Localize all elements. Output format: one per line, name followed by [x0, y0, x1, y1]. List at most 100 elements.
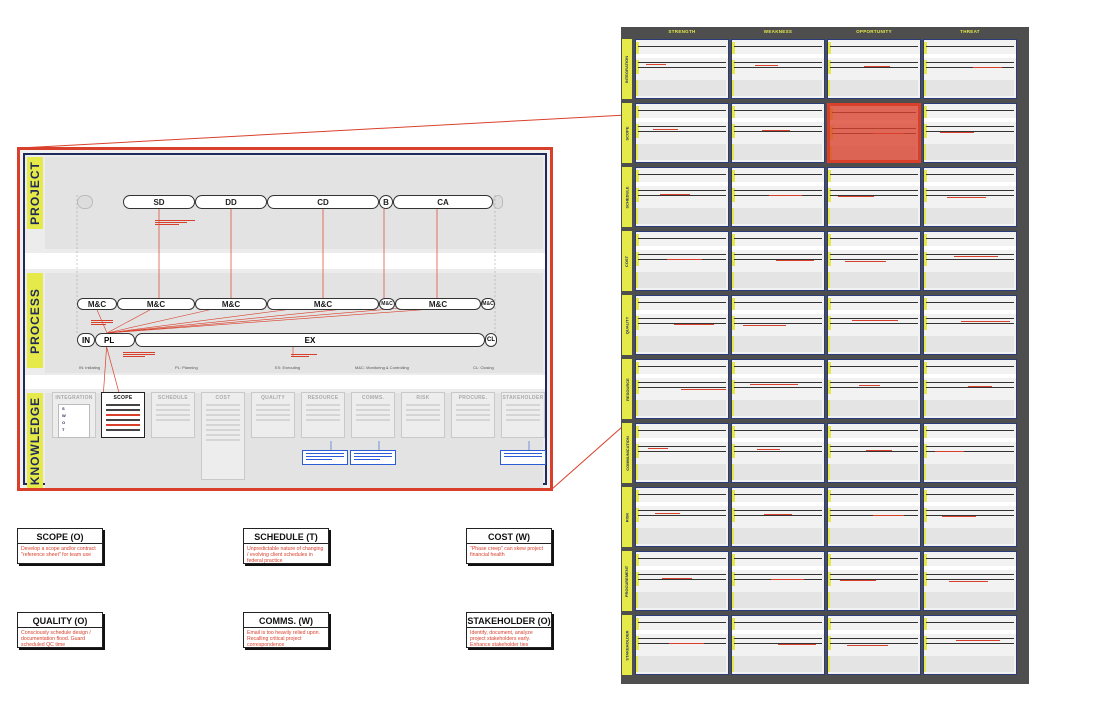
matrix-cell-resource-opportunity[interactable]	[827, 359, 921, 419]
swot-w: W	[62, 413, 66, 418]
ex-annotation	[291, 353, 317, 358]
matrix-cell-procurement-threat[interactable]	[923, 551, 1017, 611]
mc-annotation	[91, 319, 113, 326]
matrix-col-opportunity: OPPORTUNITY	[856, 29, 892, 34]
matrix-cell-cost-threat[interactable]	[923, 231, 1017, 291]
matrix-cell-stakeholder-opportunity[interactable]	[827, 615, 921, 675]
matrix-cell-risk-opportunity[interactable]	[827, 487, 921, 547]
matrix-col-weakness: WEAKNESS	[763, 29, 793, 34]
matrix-cell-resource-strength[interactable]	[635, 359, 729, 419]
matrix-cell-procurement-weakness[interactable]	[731, 551, 825, 611]
matrix-row-label: QUALITY	[624, 316, 630, 334]
swot-s: S	[62, 406, 65, 411]
matrix-cell-integration-threat[interactable]	[923, 39, 1017, 99]
swot-o: O	[62, 420, 66, 425]
card-stakeholder-title: STAKEHOLDER (O)	[467, 613, 551, 628]
matrix-cell-cost-opportunity[interactable]	[827, 231, 921, 291]
matrix-cell-communication-strength[interactable]	[635, 423, 729, 483]
card-cost: COST (W) "Phase creep" can skew project …	[466, 528, 552, 564]
matrix-row-label: COST	[624, 255, 630, 267]
matrix-cell-schedule-threat[interactable]	[923, 167, 1017, 227]
matrix-cell-cost-strength[interactable]	[635, 231, 729, 291]
matrix-row-integration: INTEGRATION	[622, 39, 632, 99]
matrix-cell-integration-strength[interactable]	[635, 39, 729, 99]
matrix-cell-scope-weakness[interactable]	[731, 103, 825, 163]
matrix-row-label: SCHEDULE	[624, 185, 630, 209]
matrix-cell-schedule-weakness[interactable]	[731, 167, 825, 227]
matrix-cell-communication-threat[interactable]	[923, 423, 1017, 483]
matrix-cell-integration-weakness[interactable]	[731, 39, 825, 99]
matrix-cell-procurement-strength[interactable]	[635, 551, 729, 611]
matrix-cell-scope-threat[interactable]	[923, 103, 1017, 163]
knowledge-schedule: SCHEDULE	[151, 392, 195, 438]
card-schedule: SCHEDULE (T) Unpredictable nature of cha…	[243, 528, 329, 564]
matrix-row-label: INTEGRATION	[624, 55, 630, 83]
matrix-cell-scope-opportunity[interactable]	[827, 103, 921, 163]
knowledge-cost-title: COST	[215, 395, 231, 401]
matrix-col-strength: STRENGTH	[668, 29, 696, 34]
knowledge-resource: RESOURCE	[301, 392, 345, 438]
knowledge-integration-title: INTEGRATION	[55, 395, 93, 401]
matrix-cell-resource-weakness[interactable]	[731, 359, 825, 419]
swot-matrix: STRENGTH WEAKNESS OPPORTUNITY THREAT INT…	[621, 27, 1029, 684]
matrix-cell-schedule-strength[interactable]	[635, 167, 729, 227]
mc-6: M&C	[395, 298, 481, 310]
matrix-cell-stakeholder-weakness[interactable]	[731, 615, 825, 675]
stakeholder-note	[500, 450, 546, 465]
legend-pl: PL: Planning	[175, 365, 198, 370]
matrix-cell-quality-threat[interactable]	[923, 295, 1017, 355]
knowledge-cost: COST	[201, 392, 245, 480]
matrix-cell-stakeholder-threat[interactable]	[923, 615, 1017, 675]
step-pl: PL	[95, 333, 135, 347]
card-quality-body: Consciously schedule design / documentat…	[21, 630, 91, 648]
legend-in: IN: Initiating	[79, 365, 101, 370]
matrix-row-scope: SCOPE	[622, 103, 632, 163]
matrix-cell-communication-weakness[interactable]	[731, 423, 825, 483]
matrix-row-quality: QUALITY	[622, 295, 632, 355]
knowledge-scope-title: SCOPE	[113, 395, 133, 401]
matrix-cell-quality-strength[interactable]	[635, 295, 729, 355]
matrix-cell-stakeholder-strength[interactable]	[635, 615, 729, 675]
knowledge-risk-title: RISK	[416, 395, 430, 401]
matrix-cell-integration-opportunity[interactable]	[827, 39, 921, 99]
swot-t: T	[62, 427, 65, 432]
knowledge-stakeholder: STAKEHOLDER	[501, 392, 545, 438]
step-in: IN	[77, 333, 95, 347]
card-schedule-body: Unpredictable nature of changing / evolv…	[247, 546, 324, 564]
card-scope-body: Develop a scope and/or contract "referen…	[21, 546, 96, 558]
matrix-row-communication: COMMUNICATION	[622, 423, 632, 483]
matrix-cell-risk-weakness[interactable]	[731, 487, 825, 547]
knowledge-quality-title: QUALITY	[260, 395, 286, 401]
matrix-cell-quality-weakness[interactable]	[731, 295, 825, 355]
matrix-cell-resource-threat[interactable]	[923, 359, 1017, 419]
knowledge-schedule-title: SCHEDULE	[158, 395, 188, 401]
knowledge-procure-title: PROCURE.	[458, 395, 488, 401]
knowledge-risk: RISK	[401, 392, 445, 438]
card-stakeholder: STAKEHOLDER (O) Identify, document, anal…	[466, 612, 552, 648]
card-comms-title: COMMS. (W)	[244, 613, 328, 628]
matrix-cell-cost-weakness[interactable]	[731, 231, 825, 291]
matrix-row-label: COMMUNICATION	[624, 435, 630, 471]
detail-panel: PROJECT PROCESS KNOWLEDGE SD DD CD B CA	[17, 147, 553, 491]
matrix-cell-quality-opportunity[interactable]	[827, 295, 921, 355]
matrix-row-label: RESOURCE	[624, 377, 630, 401]
matrix-cell-risk-strength[interactable]	[635, 487, 729, 547]
card-schedule-title: SCHEDULE (T)	[244, 529, 328, 544]
knowledge-quality: QUALITY	[251, 392, 295, 438]
matrix-cell-scope-strength[interactable]	[635, 103, 729, 163]
card-scope-title: SCOPE (O)	[18, 529, 102, 544]
matrix-cell-schedule-opportunity[interactable]	[827, 167, 921, 227]
matrix-cell-procurement-opportunity[interactable]	[827, 551, 921, 611]
matrix-cell-risk-threat[interactable]	[923, 487, 1017, 547]
step-cl: CL	[485, 333, 497, 347]
card-quality: QUALITY (O) Consciously schedule design …	[17, 612, 103, 648]
pl-annotation	[123, 351, 155, 358]
mc-1: M&C	[77, 298, 117, 310]
card-comms-body: Email is too heavily relied upon. Recall…	[247, 630, 320, 648]
matrix-cell-communication-opportunity[interactable]	[827, 423, 921, 483]
matrix-row-schedule: SCHEDULE	[622, 167, 632, 227]
mc-4: M&C	[267, 298, 379, 310]
step-ex: EX	[135, 333, 485, 347]
mc-7: M&C	[481, 298, 495, 310]
knowledge-scope: SCOPE	[101, 392, 145, 438]
